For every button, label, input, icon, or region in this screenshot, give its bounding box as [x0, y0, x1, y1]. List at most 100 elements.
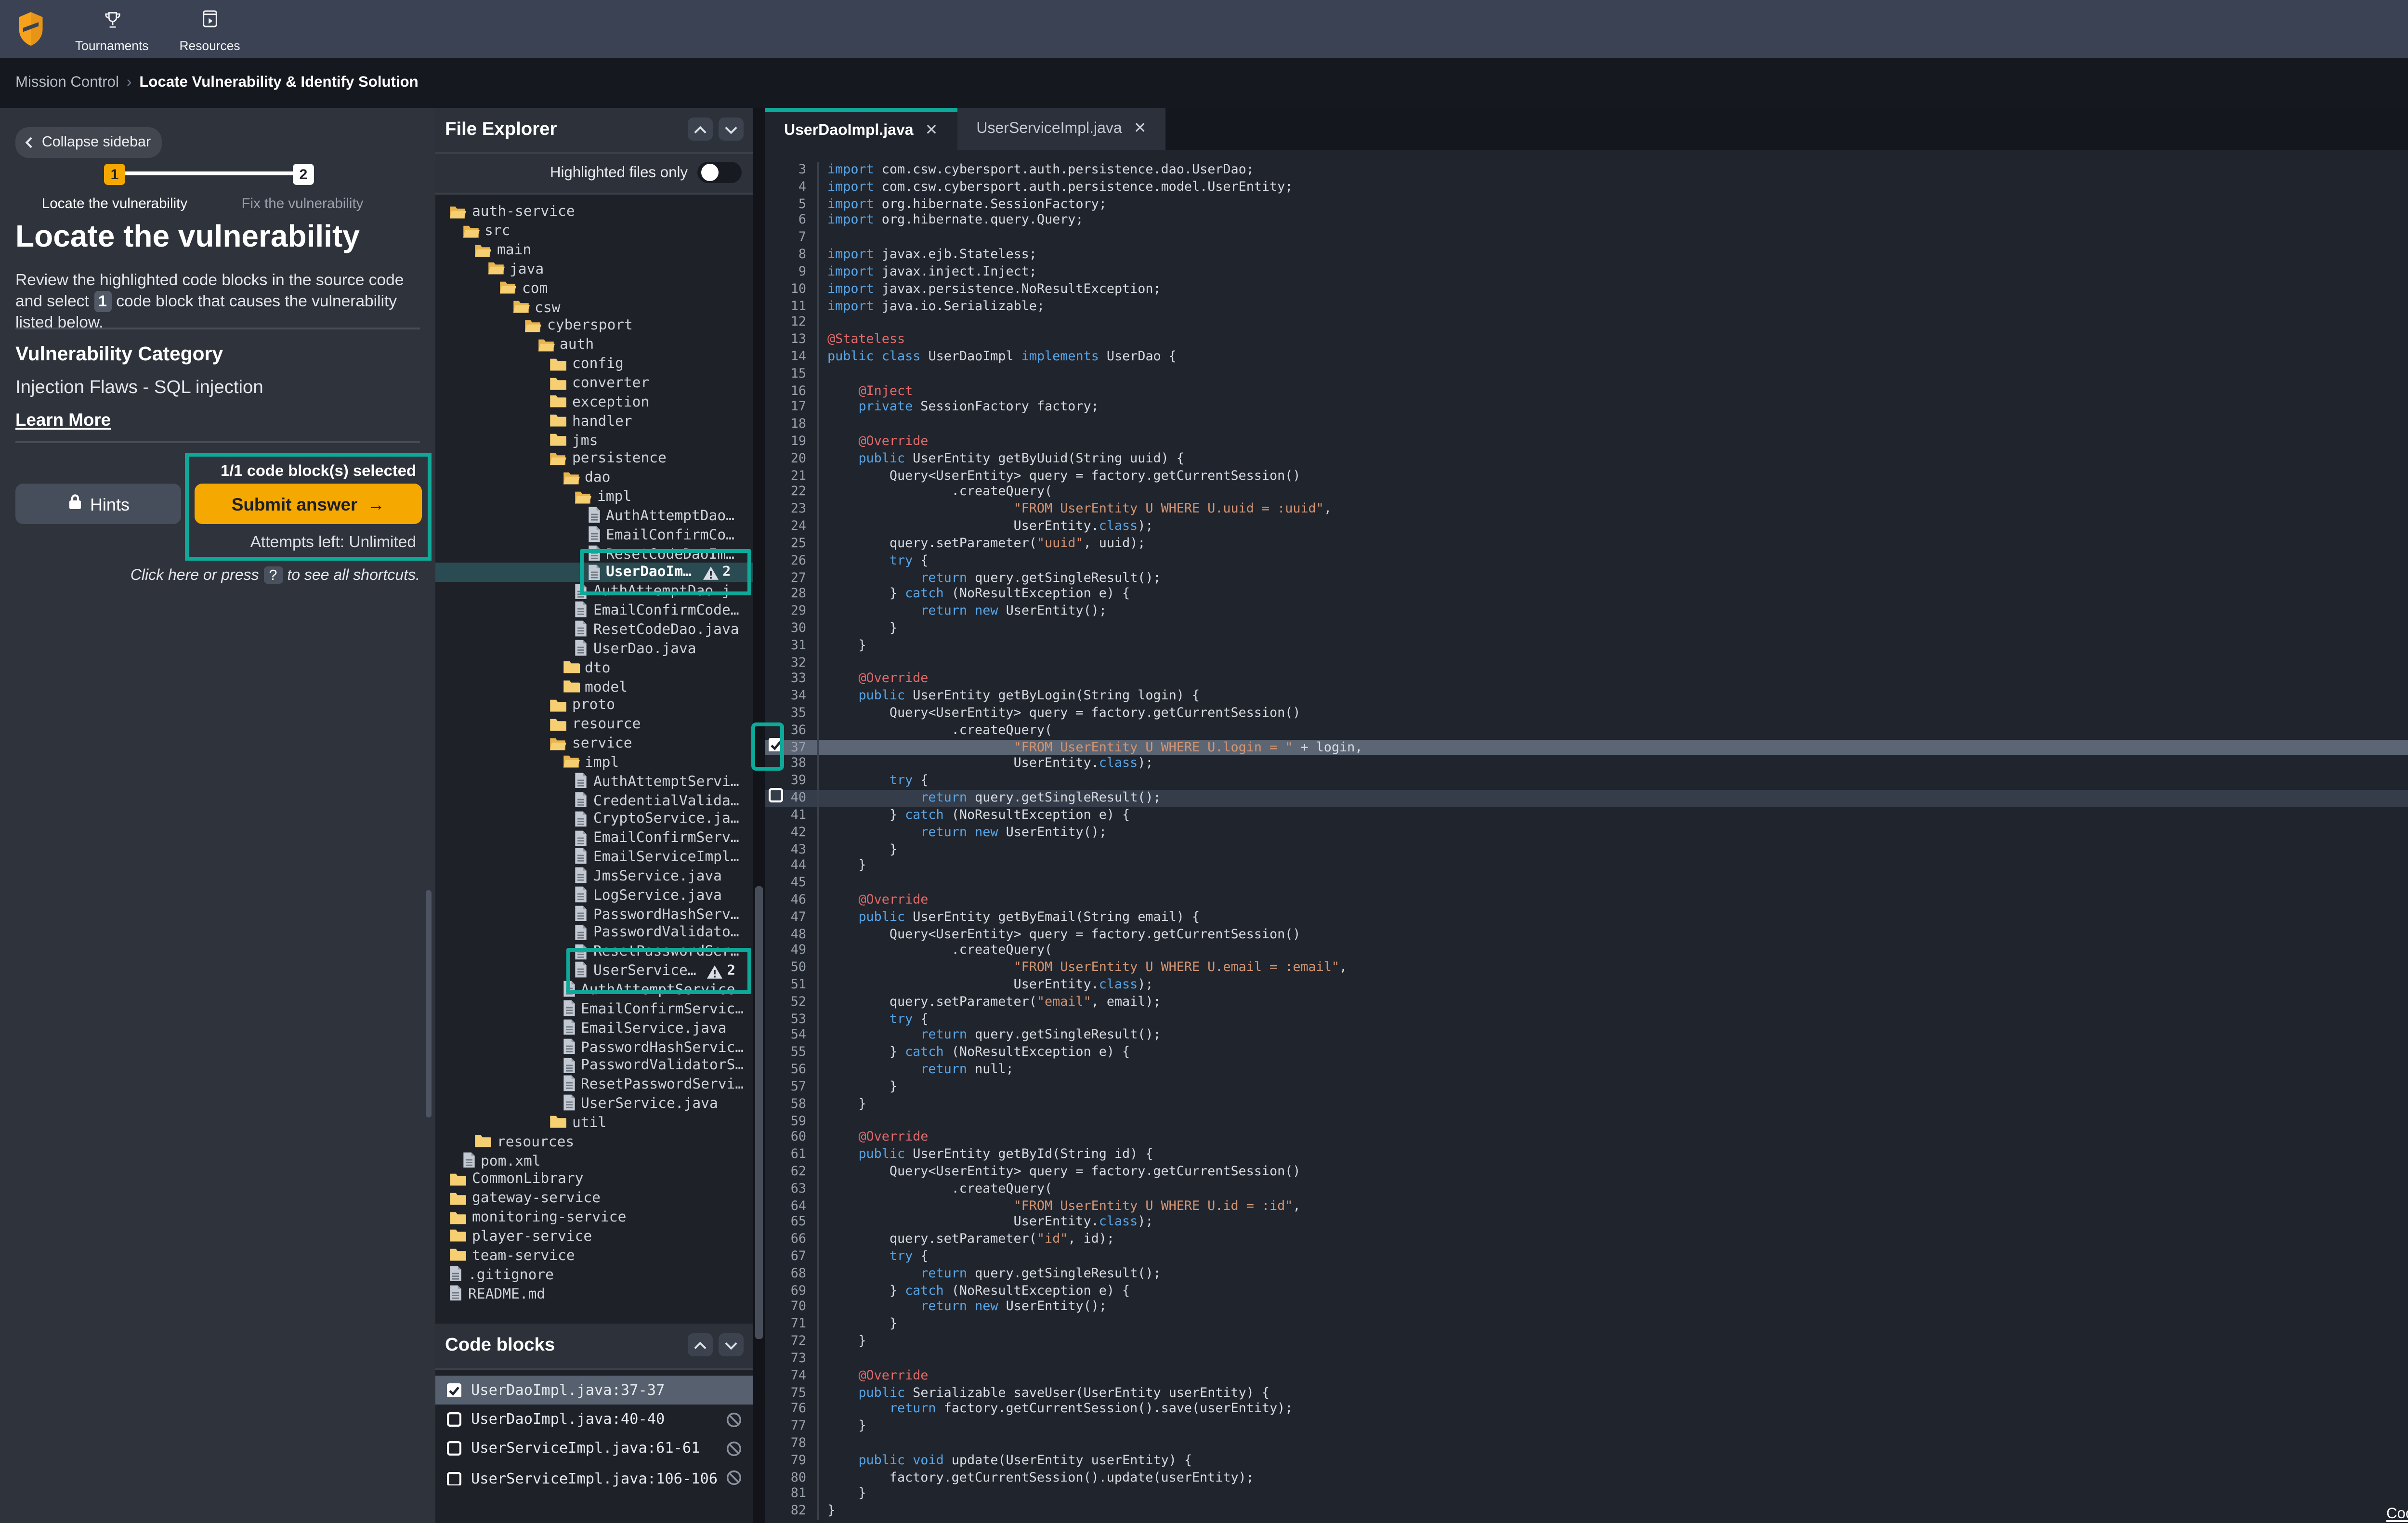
tab-userserviceimpl[interactable]: UserServiceImpl.java ✕	[957, 107, 1165, 149]
close-icon[interactable]: ✕	[925, 121, 938, 139]
file-tree-file-PasswordHashServic[interactable]: PasswordHashServic…	[435, 1037, 753, 1056]
nav-resources[interactable]: Resources	[180, 3, 240, 54]
line-number: 28	[787, 586, 810, 603]
file-tree-file-pom.xml[interactable]: pom.xml	[435, 1151, 753, 1169]
file-tree-item-label: java	[510, 260, 544, 277]
file-tree-folder-src[interactable]: src	[435, 221, 753, 240]
file-tree-folder-com[interactable]: com	[435, 278, 753, 297]
file-tree-folder-java[interactable]: java	[435, 259, 753, 278]
file-tree-folder-dto[interactable]: dto	[435, 657, 753, 676]
file-tree-folder-player-service[interactable]: player-service	[435, 1226, 753, 1245]
file-tree-file-CredentialValida[interactable]: CredentialValida…	[435, 790, 753, 809]
file-tree-file-EmailConfirmCo[interactable]: EmailConfirmCo…	[435, 525, 753, 543]
brand-shield-logo-icon[interactable]	[17, 11, 44, 46]
file-tree-folder-team-service[interactable]: team-service	[435, 1246, 753, 1264]
file-tree-file-UserService.java[interactable]: UserService.java	[435, 1094, 753, 1113]
file-tree-folder-auth[interactable]: auth	[435, 335, 753, 354]
file-tree-file-EmailServiceImpl[interactable]: EmailServiceImpl…	[435, 847, 753, 866]
close-icon[interactable]: ✕	[1134, 119, 1147, 137]
line-number: 13	[787, 332, 810, 349]
file-tree-file-.gitignore[interactable]: .gitignore	[435, 1264, 753, 1283]
line-number: 12	[787, 315, 810, 331]
file-tree-scrollbar[interactable]	[755, 885, 762, 1338]
checkbox-unchecked-icon[interactable]	[447, 1461, 461, 1496]
code-line-37[interactable]: 37 "FROM UserEntity U WHERE U.login = " …	[765, 739, 2408, 756]
collapse-sidebar-button[interactable]: Collapse sidebar	[15, 126, 162, 157]
submit-answer-button[interactable]: Submit answer →	[195, 484, 422, 524]
code-blocks-prev-button[interactable]	[688, 1333, 713, 1356]
code-block-item[interactable]: UserDaoImpl.java:37-37	[435, 1375, 753, 1405]
line-checkbox-checked-icon[interactable]	[769, 738, 783, 758]
tab-userdaoimpl[interactable]: UserDaoImpl.java ✕	[765, 107, 957, 149]
code-block-item[interactable]: UserServiceImpl.java:106-106	[435, 1464, 753, 1494]
file-tree-folder-impl[interactable]: impl	[435, 752, 753, 771]
file-tree-file-AuthAttemptServi[interactable]: AuthAttemptServi…	[435, 771, 753, 790]
file-tree-folder-auth-service[interactable]: auth-service	[435, 202, 753, 221]
code-blocks-next-button[interactable]	[719, 1333, 744, 1356]
file-tree-folder-dao[interactable]: dao	[435, 468, 753, 486]
file-tree-file-CryptoService.ja[interactable]: CryptoService.ja…	[435, 809, 753, 828]
file-tree-folder-handler[interactable]: handler	[435, 411, 753, 430]
learn-more-link[interactable]: Learn More	[15, 409, 131, 429]
file-tree-file-ResetCodeDaoIm[interactable]: ResetCodeDaoIm…	[435, 544, 753, 563]
explorer-prev-button[interactable]	[688, 118, 713, 141]
file-tree-folder-util[interactable]: util	[435, 1113, 753, 1131]
folder-closed-icon	[449, 1247, 466, 1262]
file-tree-folder-main[interactable]: main	[435, 240, 753, 259]
file-tree-folder-csw[interactable]: csw	[435, 297, 753, 316]
file-tree-file-EmailConfirmCode[interactable]: EmailConfirmCode…	[435, 601, 753, 619]
exclude-icon[interactable]	[726, 1461, 742, 1496]
file-tree-folder-converter[interactable]: converter	[435, 373, 753, 392]
file-tree-folder-jms[interactable]: jms	[435, 430, 753, 449]
file-tree-folder-config[interactable]: config	[435, 354, 753, 373]
file-tree-file-PasswordValidatorS[interactable]: PasswordValidatorS…	[435, 1056, 753, 1075]
file-tree-folder-model[interactable]: model	[435, 676, 753, 695]
file-tree-file-EmailService.java[interactable]: EmailService.java	[435, 1018, 753, 1037]
cookie-preferences-link[interactable]: Cookie Preferences	[2375, 1504, 2408, 1521]
explorer-next-button[interactable]	[719, 118, 744, 141]
file-tree-file-ResetCodeDao.java[interactable]: ResetCodeDao.java	[435, 619, 753, 638]
sidebar-scrollbar[interactable]	[425, 889, 431, 1116]
file-tree-file-UserService[interactable]: UserService…2	[435, 961, 753, 980]
file-tree-folder-CommonLibrary[interactable]: CommonLibrary	[435, 1169, 753, 1188]
file-tree-folder-gateway-service[interactable]: gateway-service	[435, 1189, 753, 1208]
file-tree-file-UserDaoIm[interactable]: UserDaoIm…2	[435, 563, 753, 581]
file-tree-file-UserDao.java[interactable]: UserDao.java	[435, 639, 753, 657]
file-tree-file-PasswordHashServ[interactable]: PasswordHashServ…	[435, 904, 753, 923]
breadcrumb-parent[interactable]: Mission Control	[15, 73, 119, 91]
nav-tournaments[interactable]: Tournaments	[75, 3, 149, 54]
highlighted-files-toggle[interactable]	[697, 161, 742, 184]
line-checkbox-unchecked-icon[interactable]	[769, 788, 783, 808]
file-tree-folder-persistence[interactable]: persistence	[435, 449, 753, 468]
file-tree-file-JmsService.java[interactable]: JmsService.java	[435, 866, 753, 885]
file-tree-folder-impl[interactable]: impl	[435, 487, 753, 506]
file-tree-item-label: csw	[535, 298, 560, 315]
file-tree-item-label: util	[572, 1114, 606, 1131]
file-tree-file-AuthAttemptDao.j[interactable]: AuthAttemptDao.j…	[435, 582, 753, 601]
file-tree-folder-resource[interactable]: resource	[435, 714, 753, 733]
code-line-34: 34 public UserEntity getByLogin(String l…	[765, 688, 2408, 705]
code-block-item[interactable]: UserDaoImpl.java:40-40	[435, 1405, 753, 1434]
file-tree-file-ResetPasswordServi[interactable]: ResetPasswordServi…	[435, 1075, 753, 1093]
file-tree-file-EmailConfirmServ[interactable]: EmailConfirmServ…	[435, 828, 753, 847]
file-tree-folder-exception[interactable]: exception	[435, 392, 753, 411]
file-tree-file-AuthAttemptDao[interactable]: AuthAttemptDao…	[435, 506, 753, 525]
file-tree-folder-proto[interactable]: proto	[435, 696, 753, 714]
line-number: 46	[787, 892, 810, 909]
file-tree-file-LogService.java[interactable]: LogService.java	[435, 885, 753, 904]
file-tree-folder-monitoring-service[interactable]: monitoring-service	[435, 1208, 753, 1226]
code-line-40[interactable]: 40 return query.getSingleResult();	[765, 790, 2408, 807]
file-tree-file-ResetPasswordSer[interactable]: ResetPasswordSer…	[435, 942, 753, 961]
shortcuts-hint[interactable]: Click here or press ? to see all shortcu…	[131, 565, 420, 583]
file-tree-folder-resources[interactable]: resources	[435, 1131, 753, 1150]
code-line-30: 30 }	[765, 620, 2408, 637]
file-tree-file-README.md[interactable]: README.md	[435, 1283, 753, 1302]
file-tree-folder-service[interactable]: service	[435, 734, 753, 752]
file-tree-file-AuthAttemptService[interactable]: AuthAttemptService…	[435, 980, 753, 998]
hints-button[interactable]: Hints	[15, 484, 181, 524]
code-block-item[interactable]: UserServiceImpl.java:61-61	[435, 1434, 753, 1464]
file-tree-file-PasswordValidato[interactable]: PasswordValidato…	[435, 923, 753, 942]
file-tree-folder-cybersport[interactable]: cybersport	[435, 316, 753, 335]
line-number: 56	[787, 1062, 810, 1078]
file-tree-file-EmailConfirmServic[interactable]: EmailConfirmServic…	[435, 999, 753, 1018]
